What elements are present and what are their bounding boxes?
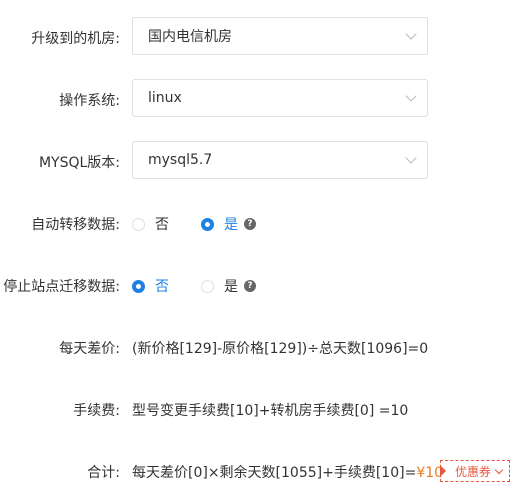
question-circle-icon[interactable]: ? xyxy=(244,280,256,292)
mysql-select[interactable]: mysql5.7 xyxy=(132,141,428,179)
question-circle-icon[interactable]: ? xyxy=(244,218,256,230)
stop-site-yes-radio[interactable]: 是 xyxy=(201,276,238,296)
room-select-value: 国内电信机房 xyxy=(148,29,232,45)
stop-site-radio-group: 否 是 ? xyxy=(132,276,256,296)
chevron-down-icon xyxy=(494,465,504,474)
radio-circle-checked-icon xyxy=(132,279,145,293)
chevron-down-icon xyxy=(405,152,417,164)
fee-formula: 型号变更手续费[10]+转机房手续费[0] =10 xyxy=(132,403,409,419)
auto-migrate-no-radio[interactable]: 否 xyxy=(132,214,169,234)
os-select[interactable]: linux xyxy=(132,79,428,117)
total-formula: 每天差价[0]×剩余天数[1055]+手续费[10]= xyxy=(132,465,417,481)
chevron-down-icon xyxy=(405,90,417,102)
auto-migrate-no-label: 否 xyxy=(155,217,169,233)
coupon-button[interactable]: 优惠券 xyxy=(440,460,510,482)
chevron-down-icon xyxy=(405,28,417,40)
os-label: 操作系统: xyxy=(59,93,120,109)
stop-site-yes-label: 是 xyxy=(224,279,238,295)
stop-site-no-label: 否 xyxy=(155,279,169,295)
os-select-value: linux xyxy=(148,90,182,106)
total-value: 每天差价[0]×剩余天数[1055]+手续费[10]=¥10 xyxy=(132,462,443,482)
daily-diff-label: 每天差价: xyxy=(59,341,120,357)
auto-migrate-yes-label: 是 xyxy=(224,217,238,233)
radio-circle-icon xyxy=(201,279,214,293)
auto-migrate-radio-group: 否 是 ? xyxy=(132,214,256,234)
room-select[interactable]: 国内电信机房 xyxy=(132,17,428,55)
room-label: 升级到的机房: xyxy=(31,31,120,47)
radio-circle-checked-icon xyxy=(201,217,214,231)
mysql-label: MYSQL版本: xyxy=(38,155,120,171)
radio-circle-icon xyxy=(132,217,145,231)
coupon-label: 优惠券 xyxy=(455,464,492,479)
stop-site-no-radio[interactable]: 否 xyxy=(132,276,169,296)
fee-label: 手续费: xyxy=(73,403,120,419)
stop-site-label: 停止站点迁移数据: xyxy=(3,279,120,295)
auto-migrate-yes-radio[interactable]: 是 xyxy=(201,214,238,234)
auto-migrate-label: 自动转移数据: xyxy=(31,217,120,233)
mysql-select-value: mysql5.7 xyxy=(148,152,213,168)
daily-diff-formula: (新价格[129]-原价格[129])÷总天数[1096]=0 xyxy=(132,341,429,357)
total-label: 合计: xyxy=(87,465,120,481)
